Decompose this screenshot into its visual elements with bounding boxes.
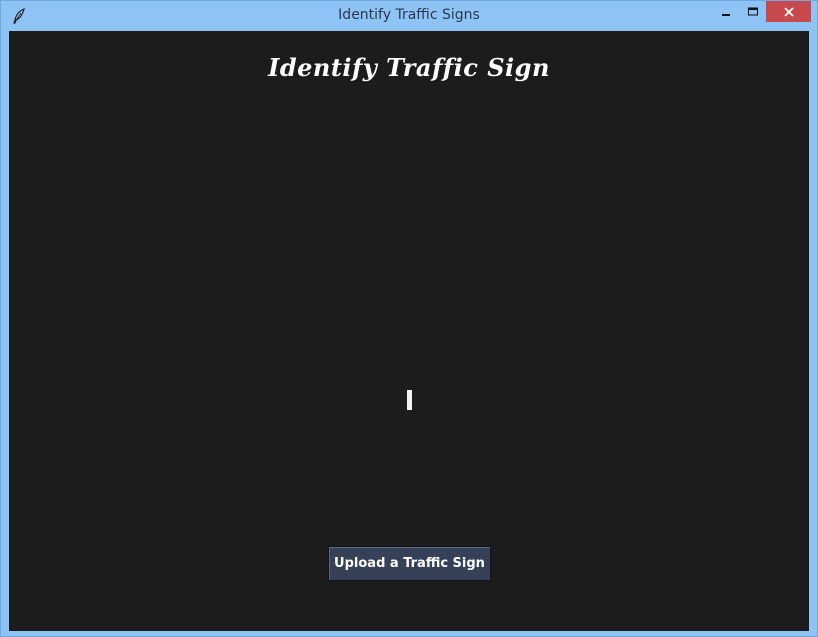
minimize-icon: [721, 13, 730, 16]
upload-button[interactable]: Upload a Traffic Sign: [328, 546, 491, 581]
close-icon: [783, 6, 794, 17]
title-bar[interactable]: Identify Traffic Signs: [1, 1, 817, 31]
page-title: Identify Traffic Sign: [268, 53, 550, 82]
minimize-button[interactable]: [712, 1, 739, 22]
close-button[interactable]: [766, 1, 811, 22]
app-window: Identify Traffic Signs Identify Traffic …: [0, 0, 818, 637]
maximize-icon: [747, 7, 758, 15]
window-title: Identify Traffic Signs: [338, 7, 480, 23]
maximize-button[interactable]: [739, 1, 766, 22]
main-panel: Identify Traffic Sign Upload a Traffic S…: [9, 31, 809, 631]
sign-image-placeholder: [407, 390, 412, 410]
